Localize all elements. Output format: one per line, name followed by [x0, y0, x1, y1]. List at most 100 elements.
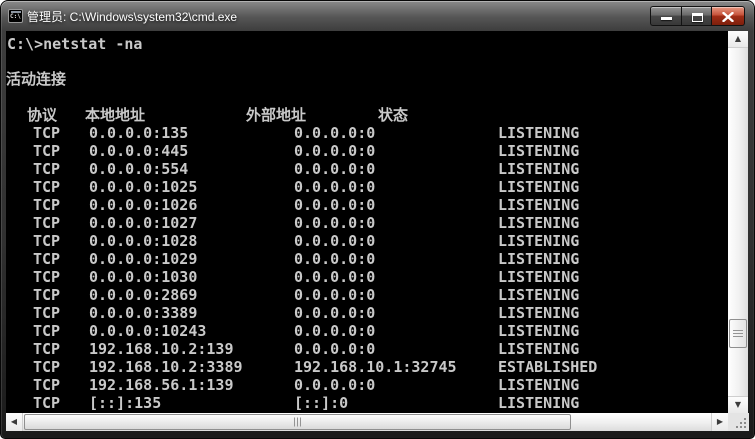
- table-row: TCP 0.0.0.0:1026 0.0.0.0:0 LISTENING: [6, 196, 728, 214]
- table-row: TCP 0.0.0.0:135 0.0.0.0:0 LISTENING: [6, 124, 728, 142]
- cell-local: 0.0.0.0:135: [89, 124, 189, 142]
- cell-local: 0.0.0.0:1027: [89, 214, 198, 232]
- table-row: TCP 0.0.0.0:554 0.0.0.0:0 LISTENING: [6, 160, 728, 178]
- titlebar[interactable]: C:\ 管理员: C:\Windows\system32\cmd.exe: [1, 1, 754, 31]
- table-row: TCP 0.0.0.0:2869 0.0.0.0:0 LISTENING: [6, 286, 728, 304]
- cell-state: LISTENING: [498, 232, 580, 250]
- window-title: 管理员: C:\Windows\system32\cmd.exe: [27, 10, 238, 24]
- cell-state: LISTENING: [498, 286, 580, 304]
- cell-local: 0.0.0.0:1025: [89, 178, 198, 196]
- cell-state: LISTENING: [498, 322, 580, 340]
- cell-state: LISTENING: [498, 250, 580, 268]
- table-row: TCP 0.0.0.0:445 0.0.0.0:0 LISTENING: [6, 142, 728, 160]
- minimize-button[interactable]: [650, 6, 681, 26]
- close-icon: [722, 12, 734, 22]
- cell-foreign: 0.0.0.0:0: [294, 250, 376, 268]
- cell-proto: TCP: [33, 250, 61, 268]
- cell-state: LISTENING: [498, 268, 580, 286]
- cell-state: LISTENING: [498, 340, 580, 358]
- header-state: 状态: [378, 106, 409, 124]
- table-row: TCP 0.0.0.0:10243 0.0.0.0:0 LISTENING: [6, 322, 728, 340]
- table-header-row: 协议 本地地址 外部地址 状态: [6, 106, 728, 124]
- horizontal-scrollbar[interactable]: ◀ ▶: [6, 413, 728, 431]
- table-row: TCP 0.0.0.0:1030 0.0.0.0:0 LISTENING: [6, 268, 728, 286]
- table-row: TCP 0.0.0.0:1025 0.0.0.0:0 LISTENING: [6, 178, 728, 196]
- cell-foreign: 0.0.0.0:0: [294, 322, 376, 340]
- cell-foreign: 0.0.0.0:0: [294, 340, 376, 358]
- cell-proto: TCP: [33, 268, 61, 286]
- minimize-icon: [661, 17, 672, 20]
- cell-local: 0.0.0.0:1029: [89, 250, 198, 268]
- cell-foreign: 0.0.0.0:0: [294, 160, 376, 178]
- close-button[interactable]: [712, 6, 745, 26]
- vertical-scroll-thumb[interactable]: [729, 319, 747, 348]
- cell-proto: TCP: [33, 358, 61, 376]
- table-row: TCP 0.0.0.0:1027 0.0.0.0:0 LISTENING: [6, 214, 728, 232]
- table-row: TCP [::]:135 [::]:0 LISTENING: [6, 394, 728, 412]
- cell-proto: TCP: [33, 160, 61, 178]
- table-row: TCP 192.168.10.2:139 0.0.0.0:0 LISTENING: [6, 340, 728, 358]
- cmd-icon[interactable]: C:\: [8, 9, 23, 23]
- cell-foreign: 0.0.0.0:0: [294, 376, 376, 394]
- window-controls: [650, 6, 745, 26]
- cell-state: LISTENING: [498, 376, 580, 394]
- cell-foreign: 0.0.0.0:0: [294, 124, 376, 142]
- cell-proto: TCP: [33, 340, 61, 358]
- cell-local: 192.168.10.2:139: [89, 340, 234, 358]
- cell-local: 0.0.0.0:554: [89, 160, 189, 178]
- cell-state: LISTENING: [498, 214, 580, 232]
- cell-proto: TCP: [33, 196, 61, 214]
- cell-foreign: 0.0.0.0:0: [294, 286, 376, 304]
- cell-local: 192.168.56.1:139: [89, 376, 234, 394]
- resize-grip-icon[interactable]: [734, 416, 746, 428]
- cell-proto: TCP: [33, 322, 61, 340]
- scrollbar-corner: [728, 413, 749, 431]
- maximize-icon: [692, 13, 703, 22]
- cell-foreign: 0.0.0.0:0: [294, 232, 376, 250]
- cell-local: 0.0.0.0:1028: [89, 232, 198, 250]
- cell-proto: TCP: [33, 286, 61, 304]
- cell-state: LISTENING: [498, 394, 580, 412]
- cell-local: 192.168.10.2:3389: [89, 358, 243, 376]
- cell-foreign: 0.0.0.0:0: [294, 214, 376, 232]
- cell-foreign: [::]:0: [294, 394, 349, 412]
- scroll-up-icon[interactable]: ▲: [728, 31, 748, 48]
- prompt-line: C:\>netstat -na: [7, 35, 143, 53]
- cell-foreign: 0.0.0.0:0: [294, 268, 376, 286]
- console-screen[interactable]: C:\>netstat -na 活动连接 协议 本地地址 外部地址 状态 TCP…: [6, 31, 728, 413]
- table-row: TCP 192.168.56.1:139 0.0.0.0:0 LISTENING: [6, 376, 728, 394]
- cell-local: 0.0.0.0:10243: [89, 322, 207, 340]
- cell-state: LISTENING: [498, 304, 580, 322]
- cell-proto: TCP: [33, 142, 61, 160]
- cell-local: 0.0.0.0:445: [89, 142, 189, 160]
- header-proto: 协议: [27, 106, 58, 124]
- cell-proto: TCP: [33, 178, 61, 196]
- header-local: 本地地址: [85, 106, 146, 124]
- maximize-button[interactable]: [681, 6, 712, 26]
- cell-local: [::]:135: [89, 394, 162, 412]
- table-row: TCP 0.0.0.0:1029 0.0.0.0:0 LISTENING: [6, 250, 728, 268]
- cell-local: 0.0.0.0:3389: [89, 304, 198, 322]
- cell-state: LISTENING: [498, 142, 580, 160]
- cell-proto: TCP: [33, 124, 61, 142]
- active-connections-label: 活动连接: [6, 70, 67, 88]
- cell-foreign: 0.0.0.0:0: [294, 304, 376, 322]
- horizontal-scroll-thumb[interactable]: [24, 414, 571, 430]
- cell-state: LISTENING: [498, 196, 580, 214]
- cell-foreign: 192.168.10.1:32745: [294, 358, 457, 376]
- scroll-down-icon[interactable]: ▼: [728, 396, 748, 413]
- cell-proto: TCP: [33, 214, 61, 232]
- header-foreign: 外部地址: [246, 106, 307, 124]
- thumb-grip-icon: [733, 329, 743, 338]
- cell-proto: TCP: [33, 232, 61, 250]
- cell-proto: TCP: [33, 376, 61, 394]
- scroll-left-icon[interactable]: ◀: [6, 413, 23, 431]
- cell-foreign: 0.0.0.0:0: [294, 178, 376, 196]
- cell-state: LISTENING: [498, 124, 580, 142]
- scroll-right-icon[interactable]: ▶: [711, 413, 728, 431]
- cell-foreign: 0.0.0.0:0: [294, 196, 376, 214]
- cell-proto: TCP: [33, 394, 61, 412]
- vertical-scrollbar[interactable]: ▲ ▼: [728, 31, 748, 413]
- cell-proto: TCP: [33, 304, 61, 322]
- cell-local: 0.0.0.0:2869: [89, 286, 198, 304]
